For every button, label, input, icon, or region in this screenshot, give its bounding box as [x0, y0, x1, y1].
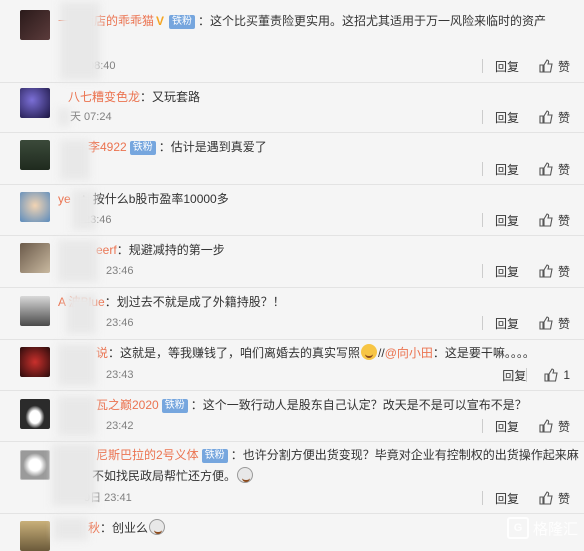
comment-actions: 回复 赞 — [495, 58, 570, 74]
comment-text: ：又玩套路 — [140, 90, 201, 104]
thumbs-up-icon — [539, 213, 553, 227]
thumbs-up-icon — [539, 59, 553, 73]
comment-actions: 回复 1 — [502, 367, 570, 383]
privacy-blur — [52, 444, 96, 506]
thumbs-up-icon — [544, 368, 558, 382]
comment-text: ：创业么 — [100, 521, 149, 535]
user-mention[interactable]: @向小田 — [385, 346, 433, 360]
thumbs-up-icon — [539, 316, 553, 330]
comment-actions: 回复 赞 — [495, 418, 570, 434]
username[interactable]: 尼斯巴拉的2号义体 — [96, 448, 199, 462]
comment-text: ：规避减持的第一步 — [116, 243, 225, 257]
reply-button[interactable]: 回复 — [495, 490, 519, 507]
reply-button[interactable]: 回复 — [495, 161, 519, 178]
reply-button[interactable]: 回复 — [495, 212, 519, 229]
avatar[interactable] — [20, 192, 50, 222]
thumbs-up-icon — [539, 162, 553, 176]
avatar[interactable] — [20, 399, 50, 429]
avatar[interactable] — [20, 521, 50, 551]
comment-time: 23:43 — [106, 369, 134, 381]
username[interactable]: 瓦之巅2020 — [96, 398, 159, 412]
like-button[interactable]: 赞 — [539, 490, 570, 507]
reply-button[interactable]: 回复 — [495, 109, 519, 126]
privacy-blur — [72, 190, 96, 230]
comment-actions: 回复 赞 — [495, 109, 570, 125]
like-button[interactable]: 赞 — [539, 263, 570, 280]
watermark: G 格隆汇 — [506, 517, 578, 539]
avatar[interactable] — [20, 296, 50, 326]
comment-actions: 回复 赞 — [495, 212, 570, 228]
privacy-blur — [58, 396, 96, 436]
comment-text: ：划过去不就是成了外籍持股？！ — [104, 295, 285, 309]
privacy-blur — [58, 344, 96, 386]
fan-badge: 铁粉 — [129, 141, 156, 155]
like-button[interactable]: 赞 — [539, 109, 570, 126]
comment-time: 23:42 — [106, 420, 134, 432]
thumbs-up-icon — [539, 110, 553, 124]
reply-button[interactable]: 回复 — [495, 418, 519, 435]
comment-text-continued: 不如找民政局帮忙还方便。 — [92, 469, 237, 483]
username[interactable]: eerf — [96, 243, 117, 257]
avatar[interactable] — [20, 450, 50, 480]
username[interactable]: 八七糟变色龙 — [68, 90, 140, 104]
comment-actions: 回复 赞 — [495, 263, 570, 279]
comment-actions: 回复 赞 — [495, 490, 570, 506]
avatar[interactable] — [20, 347, 50, 377]
comment-text: ：估计是遇到真爱了 — [158, 140, 267, 154]
emoji-icon — [149, 519, 166, 535]
username[interactable]: 秋 — [88, 521, 100, 535]
like-button[interactable]: 赞 — [539, 161, 570, 178]
comment-text: ：按什么b股市盈率10000多 — [80, 192, 229, 206]
like-count: 1 — [563, 368, 570, 382]
reply-button[interactable]: 回复 — [495, 263, 519, 280]
comment-text: ：这个比买董责险更实用。这招尤其适用于万一风险来临时的资产 — [198, 14, 547, 28]
laughing-emoji-icon — [361, 344, 378, 360]
thumbs-up-icon — [539, 264, 553, 278]
comment-actions: 回复 赞 — [495, 161, 570, 177]
privacy-blur — [58, 108, 70, 126]
reply-button[interactable]: 回复 — [495, 58, 519, 75]
privacy-blur — [60, 2, 100, 80]
like-button[interactable]: 赞 — [539, 315, 570, 332]
comment-time: 23:46 — [106, 317, 134, 329]
privacy-blur — [54, 518, 88, 540]
fan-badge: 铁粉 — [201, 449, 228, 463]
comment-text: ：也许分割方便出货变现？毕竟对企业有控制权的出货操作起来麻 — [230, 448, 579, 462]
comment-text: ：这个一致行动人是股东自己认定？改天是不是可以宣布不是？ — [190, 398, 527, 412]
comment-text: ：这就是，等我赚钱了，咱们离婚去的真实写照 — [108, 346, 361, 360]
username[interactable]: 李4922 — [88, 140, 127, 154]
like-button[interactable]: 赞 — [539, 418, 570, 435]
thumbs-up-icon — [539, 491, 553, 505]
like-button[interactable]: 赞 — [539, 58, 570, 75]
fan-badge: 铁粉 — [169, 15, 196, 29]
fan-badge: 铁粉 — [161, 399, 188, 413]
comment-time: 23:46 — [106, 265, 134, 277]
username[interactable]: 说 — [96, 346, 108, 360]
reply-button[interactable]: 回复 — [495, 315, 519, 332]
reply-button[interactable]: 回复 — [502, 367, 526, 384]
comment-time: 天 07:24 — [70, 111, 112, 123]
thumbs-up-icon — [539, 419, 553, 433]
avatar[interactable] — [20, 88, 50, 118]
watermark-logo-icon: G — [506, 517, 529, 539]
verified-v-icon: V — [156, 14, 165, 28]
privacy-blur — [58, 240, 98, 282]
avatar[interactable] — [20, 10, 50, 40]
username[interactable]: ye — [58, 192, 71, 206]
privacy-blur — [66, 294, 96, 334]
avatar[interactable] — [20, 243, 50, 273]
avatar[interactable] — [20, 140, 50, 170]
like-button[interactable]: 赞 — [539, 212, 570, 229]
privacy-blur — [60, 140, 90, 180]
like-button[interactable]: 1 — [544, 368, 570, 382]
comment-actions: 回复 赞 — [495, 315, 570, 331]
emoji-icon — [237, 467, 254, 483]
